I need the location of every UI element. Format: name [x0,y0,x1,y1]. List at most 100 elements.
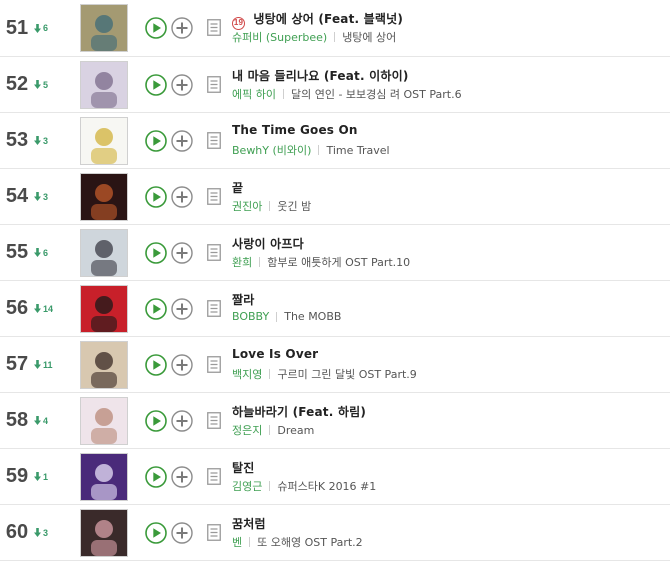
album-link[interactable]: Dream [277,424,314,437]
lyric-icon[interactable] [207,300,221,317]
album-art[interactable] [80,397,128,445]
album-link[interactable]: 달의 연인 - 보보경심 려 OST Part.6 [291,86,462,102]
song-title[interactable]: 탈진 [232,459,254,476]
album-art[interactable] [80,453,128,501]
artist-link[interactable]: 벤 [232,534,242,550]
divider [269,425,271,435]
artist-link[interactable]: BOBBY [232,310,269,323]
album-art[interactable] [80,173,128,221]
lyric-icon[interactable] [207,132,221,149]
play-icon[interactable] [145,186,167,208]
artist-link[interactable]: 김영근 [232,478,262,494]
play-icon[interactable] [145,354,167,376]
add-icon[interactable] [171,466,193,488]
song-meta: BOBBY The MOBB [232,310,341,323]
add-icon[interactable] [171,130,193,152]
down-arrow-icon [34,360,41,369]
play-icon[interactable] [145,74,167,96]
add-icon[interactable] [171,74,193,96]
album-link[interactable]: 함부로 애틋하게 OST Part.10 [267,254,410,270]
play-icon[interactable] [145,466,167,488]
artist-link[interactable]: 에픽 하이 [232,86,276,102]
song-meta: 정은지 Dream [232,422,314,438]
song-title-text[interactable]: 짤라 [232,293,254,307]
rank-change-value: 3 [43,191,49,202]
lyric-icon[interactable] [207,468,221,485]
artist-link[interactable]: 정은지 [232,422,262,438]
lyric-icon[interactable] [207,412,221,429]
divider [249,537,251,547]
song-title[interactable]: 내 마음 들리나요 (Feat. 이하이) [232,67,409,84]
album-art[interactable] [80,509,128,557]
song-title[interactable]: 끝 [232,179,243,196]
album-link[interactable]: 웃긴 밤 [277,198,311,214]
song-title-text[interactable]: 하늘바라기 (Feat. 하림) [232,405,366,419]
divider [259,257,261,267]
song-title-text[interactable]: 끝 [232,181,243,195]
play-icon[interactable] [145,130,167,152]
album-link[interactable]: 구르미 그린 달빛 OST Part.9 [277,366,416,382]
album-art[interactable] [80,117,128,165]
song-title-text[interactable]: 사랑이 아프다 [232,237,304,251]
play-icon[interactable] [145,410,167,432]
song-title[interactable]: 사랑이 아프다 [232,235,304,252]
chart-list: 51 6 19 냉탕에 상어 (Feat. 블랙넛) 슈퍼비 (Superbee… [0,0,670,561]
rank-number: 59 [5,465,29,487]
down-arrow-icon [34,192,41,201]
song-title-text[interactable]: 내 마음 들리나요 (Feat. 이하이) [232,69,409,83]
album-art[interactable] [80,4,128,52]
artist-link[interactable]: BewhY (비와이) [232,142,311,158]
song-title[interactable]: 19 냉탕에 상어 (Feat. 블랙넛) [232,10,403,30]
play-icon[interactable] [145,242,167,264]
album-art[interactable] [80,229,128,277]
song-title[interactable]: 하늘바라기 (Feat. 하림) [232,403,366,420]
lyric-icon[interactable] [207,356,221,373]
add-icon[interactable] [171,522,193,544]
lyric-icon[interactable] [207,524,221,541]
song-meta: BewhY (비와이) Time Travel [232,142,390,158]
album-art[interactable] [80,61,128,109]
song-title[interactable]: 짤라 [232,291,254,308]
album-art[interactable] [80,341,128,389]
song-title-text[interactable]: Love Is Over [232,347,318,361]
song-title-text[interactable]: The Time Goes On [232,123,358,137]
add-icon[interactable] [171,17,193,39]
chart-row: 57 11 Love Is Over 백지영 구르미 그린 달빛 OST Par… [0,337,670,393]
album-link[interactable]: 냉탕에 상어 [342,29,396,45]
lyric-icon[interactable] [207,76,221,93]
song-title-text[interactable]: 탈진 [232,461,254,475]
add-icon[interactable] [171,298,193,320]
album-link[interactable]: Time Travel [326,144,389,157]
album-link[interactable]: The MOBB [284,310,341,323]
song-title[interactable]: Love Is Over [232,347,318,361]
song-title-text[interactable]: 냉탕에 상어 (Feat. 블랙넛) [253,12,403,26]
artist-link[interactable]: 백지영 [232,366,262,382]
play-icon[interactable] [145,522,167,544]
chart-row: 55 6 사랑이 아프다 환희 함부로 애틋하게 OST Part.10 [0,225,670,281]
rank-change-value: 1 [43,471,49,482]
album-link[interactable]: 또 오해영 OST Part.2 [257,534,363,550]
chart-row: 52 5 내 마음 들리나요 (Feat. 이하이) 에픽 하이 달의 연인 -… [0,57,670,113]
divider [269,481,271,491]
rank-number: 54 [5,185,29,207]
add-icon[interactable] [171,186,193,208]
song-title[interactable]: The Time Goes On [232,123,358,137]
lyric-icon[interactable] [207,244,221,261]
rank-change-value: 6 [43,23,49,33]
play-icon[interactable] [145,298,167,320]
lyric-icon[interactable] [207,188,221,205]
album-art[interactable] [80,285,128,333]
rank-change-value: 5 [43,79,49,90]
add-icon[interactable] [171,354,193,376]
album-link[interactable]: 슈퍼스타K 2016 #1 [277,478,376,494]
artist-link[interactable]: 슈퍼비 (Superbee) [232,29,327,45]
song-title[interactable]: 꿈처럼 [232,515,266,532]
rank-change: 3 [34,113,48,168]
song-title-text[interactable]: 꿈처럼 [232,517,266,531]
artist-link[interactable]: 환희 [232,254,252,270]
artist-link[interactable]: 권진아 [232,198,262,214]
add-icon[interactable] [171,410,193,432]
play-icon[interactable] [145,17,167,39]
add-icon[interactable] [171,242,193,264]
lyric-icon[interactable] [207,19,221,36]
